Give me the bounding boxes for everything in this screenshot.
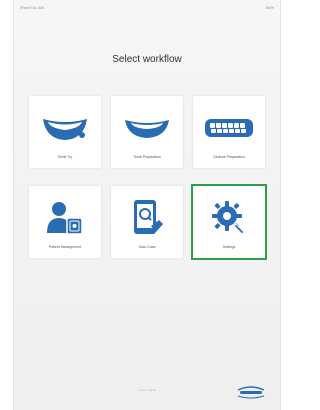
tile-label: Denture Preparation	[213, 155, 245, 159]
smile-icon	[37, 108, 93, 148]
workflow-tile-denture-preparation[interactable]: Denture Preparation	[193, 96, 265, 168]
workflow-tile-scan-case[interactable]: Scan Case	[111, 186, 183, 258]
workflow-tile-settings[interactable]: Settings	[191, 184, 267, 260]
tile-label: Smile Try	[57, 155, 73, 159]
tile-label: Tooth Preparation	[133, 155, 161, 159]
status-bar: iPad 9:41 AM 84%	[14, 0, 280, 14]
battery-level: 84%	[265, 4, 274, 10]
page-title: Select workflow	[112, 54, 182, 65]
brand-logo	[236, 384, 266, 400]
status-left: iPad 9:41 AM	[20, 4, 44, 10]
tile-label: Settings	[222, 245, 236, 249]
workflow-tile-patient-management[interactable]: Patient Management	[29, 186, 101, 258]
device-screen: iPad 9:41 AM 84% Select workflow Smile T…	[13, 0, 281, 410]
tile-label: Scan Case	[138, 245, 156, 249]
teeth-icon	[119, 108, 175, 148]
user-document-icon	[37, 198, 93, 238]
workflow-tile-tooth-preparation[interactable]: Tooth Preparation	[111, 96, 183, 168]
gear-wrench-icon	[201, 198, 257, 238]
workflow-tile-smile-try[interactable]: Smile Try	[29, 96, 101, 168]
tile-label: Patient Management	[48, 245, 82, 249]
tablet-search-icon	[119, 198, 175, 238]
denture-icon	[201, 108, 257, 148]
